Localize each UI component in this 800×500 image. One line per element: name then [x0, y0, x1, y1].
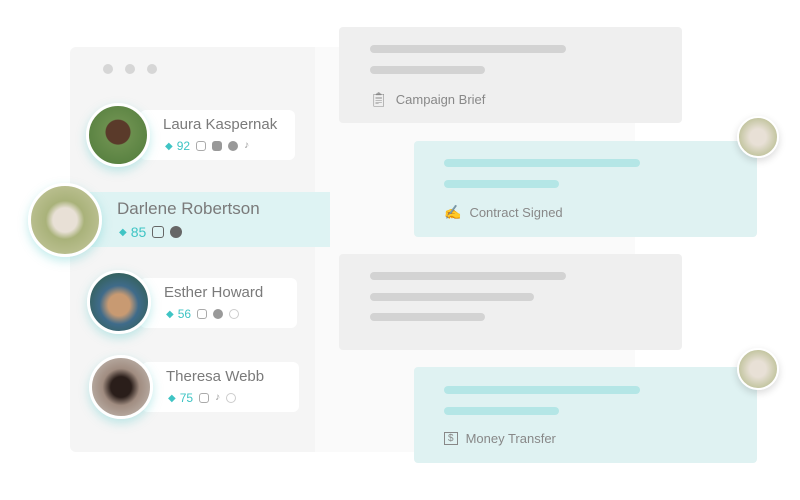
avatar: [87, 270, 151, 334]
score: 75: [179, 391, 194, 405]
influencer-name: Laura Kaspernak: [163, 116, 278, 133]
step-campaign-brief[interactable]: [339, 27, 682, 123]
tiktok-icon[interactable]: ♪: [244, 141, 249, 151]
window-dot: [147, 64, 157, 74]
influencer-meta: ◆ 85: [119, 224, 183, 240]
avatar-mini: [737, 348, 779, 390]
window-dot: [125, 64, 135, 74]
diamond-icon: ◆: [166, 308, 174, 320]
step-label-text: Money Transfer: [465, 431, 556, 446]
placeholder-bar: [444, 159, 640, 167]
window-dot: [103, 64, 113, 74]
influencer-name: Darlene Robertson: [117, 199, 260, 218]
youtube-icon[interactable]: [212, 141, 223, 151]
diamond-icon: ◆: [165, 140, 173, 152]
score: 92: [176, 139, 191, 153]
placeholder-bar: [444, 180, 559, 188]
influencer-name: Esther Howard: [164, 284, 264, 301]
placeholder-bar: [370, 45, 566, 53]
step-placeholder[interactable]: [339, 254, 682, 350]
influencer-meta: ◆ 56: [166, 307, 240, 321]
instagram-icon[interactable]: [197, 309, 208, 319]
step-money-transfer[interactable]: [414, 367, 757, 463]
placeholder-bar: [370, 313, 485, 321]
avatar: [89, 355, 153, 419]
score: 85: [130, 224, 147, 240]
placeholder-bar: [444, 386, 640, 394]
instagram-icon[interactable]: [199, 393, 210, 403]
influencer-name: Theresa Webb: [166, 368, 265, 385]
step-contract-signed[interactable]: [414, 141, 757, 237]
diamond-icon: ◆: [119, 226, 127, 238]
diamond-icon: ◆: [168, 392, 176, 404]
contract-icon: ✍: [444, 204, 462, 220]
step-label: 📋︎ Campaign Brief: [370, 91, 485, 108]
clipboard-icon: 📋︎: [370, 91, 388, 107]
placeholder-bar: [444, 407, 559, 415]
dollar-icon: $: [444, 432, 458, 445]
plus-icon[interactable]: [229, 309, 240, 319]
avatar-mini: [737, 116, 779, 158]
step-label-text: Contract Signed: [469, 205, 563, 220]
step-label: $ Money Transfer: [444, 431, 556, 446]
plus-icon[interactable]: [226, 393, 237, 403]
facebook-icon[interactable]: [170, 226, 183, 238]
influencer-meta: ◆ 75 ♪: [168, 391, 237, 405]
step-label: ✍ Contract Signed: [444, 204, 563, 221]
placeholder-bar: [370, 293, 534, 301]
instagram-icon[interactable]: [152, 226, 165, 238]
score: 56: [177, 307, 192, 321]
window-controls: [103, 64, 157, 74]
placeholder-bar: [370, 66, 485, 74]
step-label-text: Campaign Brief: [395, 92, 486, 107]
instagram-icon[interactable]: [196, 141, 207, 151]
avatar: [28, 183, 102, 257]
facebook-icon[interactable]: [213, 309, 224, 319]
facebook-icon[interactable]: [228, 141, 239, 151]
tiktok-icon[interactable]: ♪: [215, 393, 220, 403]
avatar: [86, 103, 150, 167]
influencer-meta: ◆ 92 ♪: [165, 139, 249, 153]
placeholder-bar: [370, 272, 566, 280]
